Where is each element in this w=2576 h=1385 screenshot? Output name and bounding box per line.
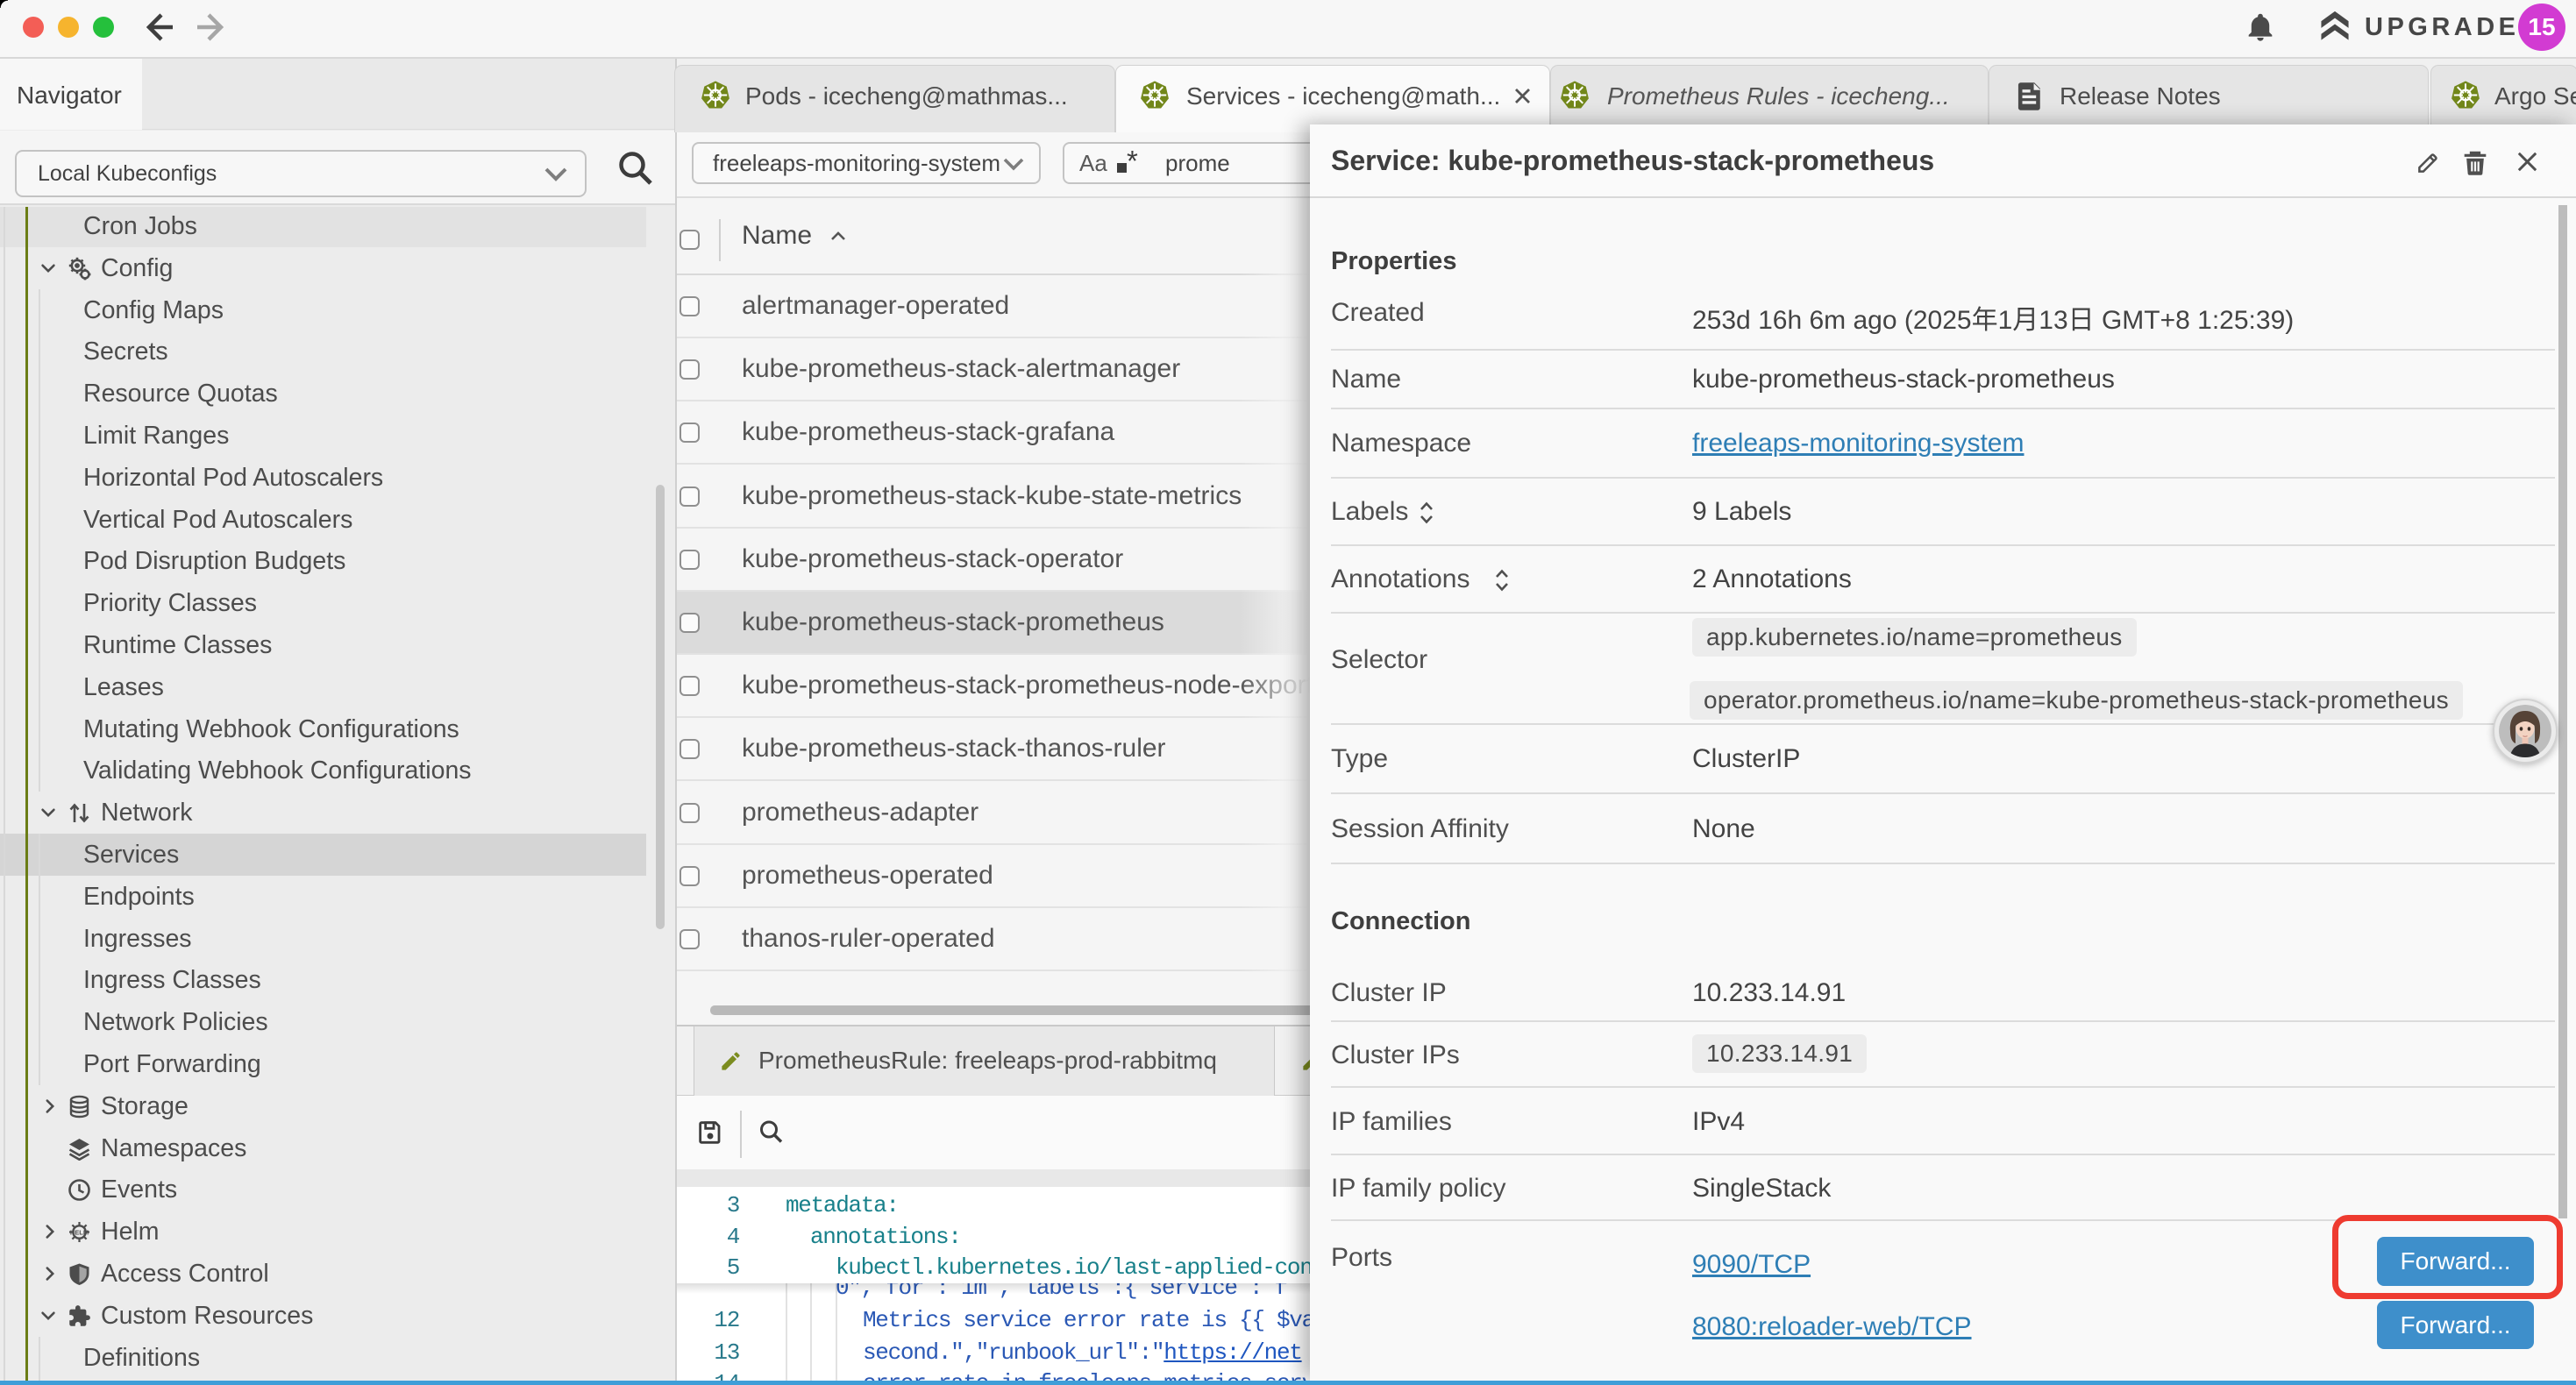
- svg-text:HELM: HELM: [70, 1229, 89, 1237]
